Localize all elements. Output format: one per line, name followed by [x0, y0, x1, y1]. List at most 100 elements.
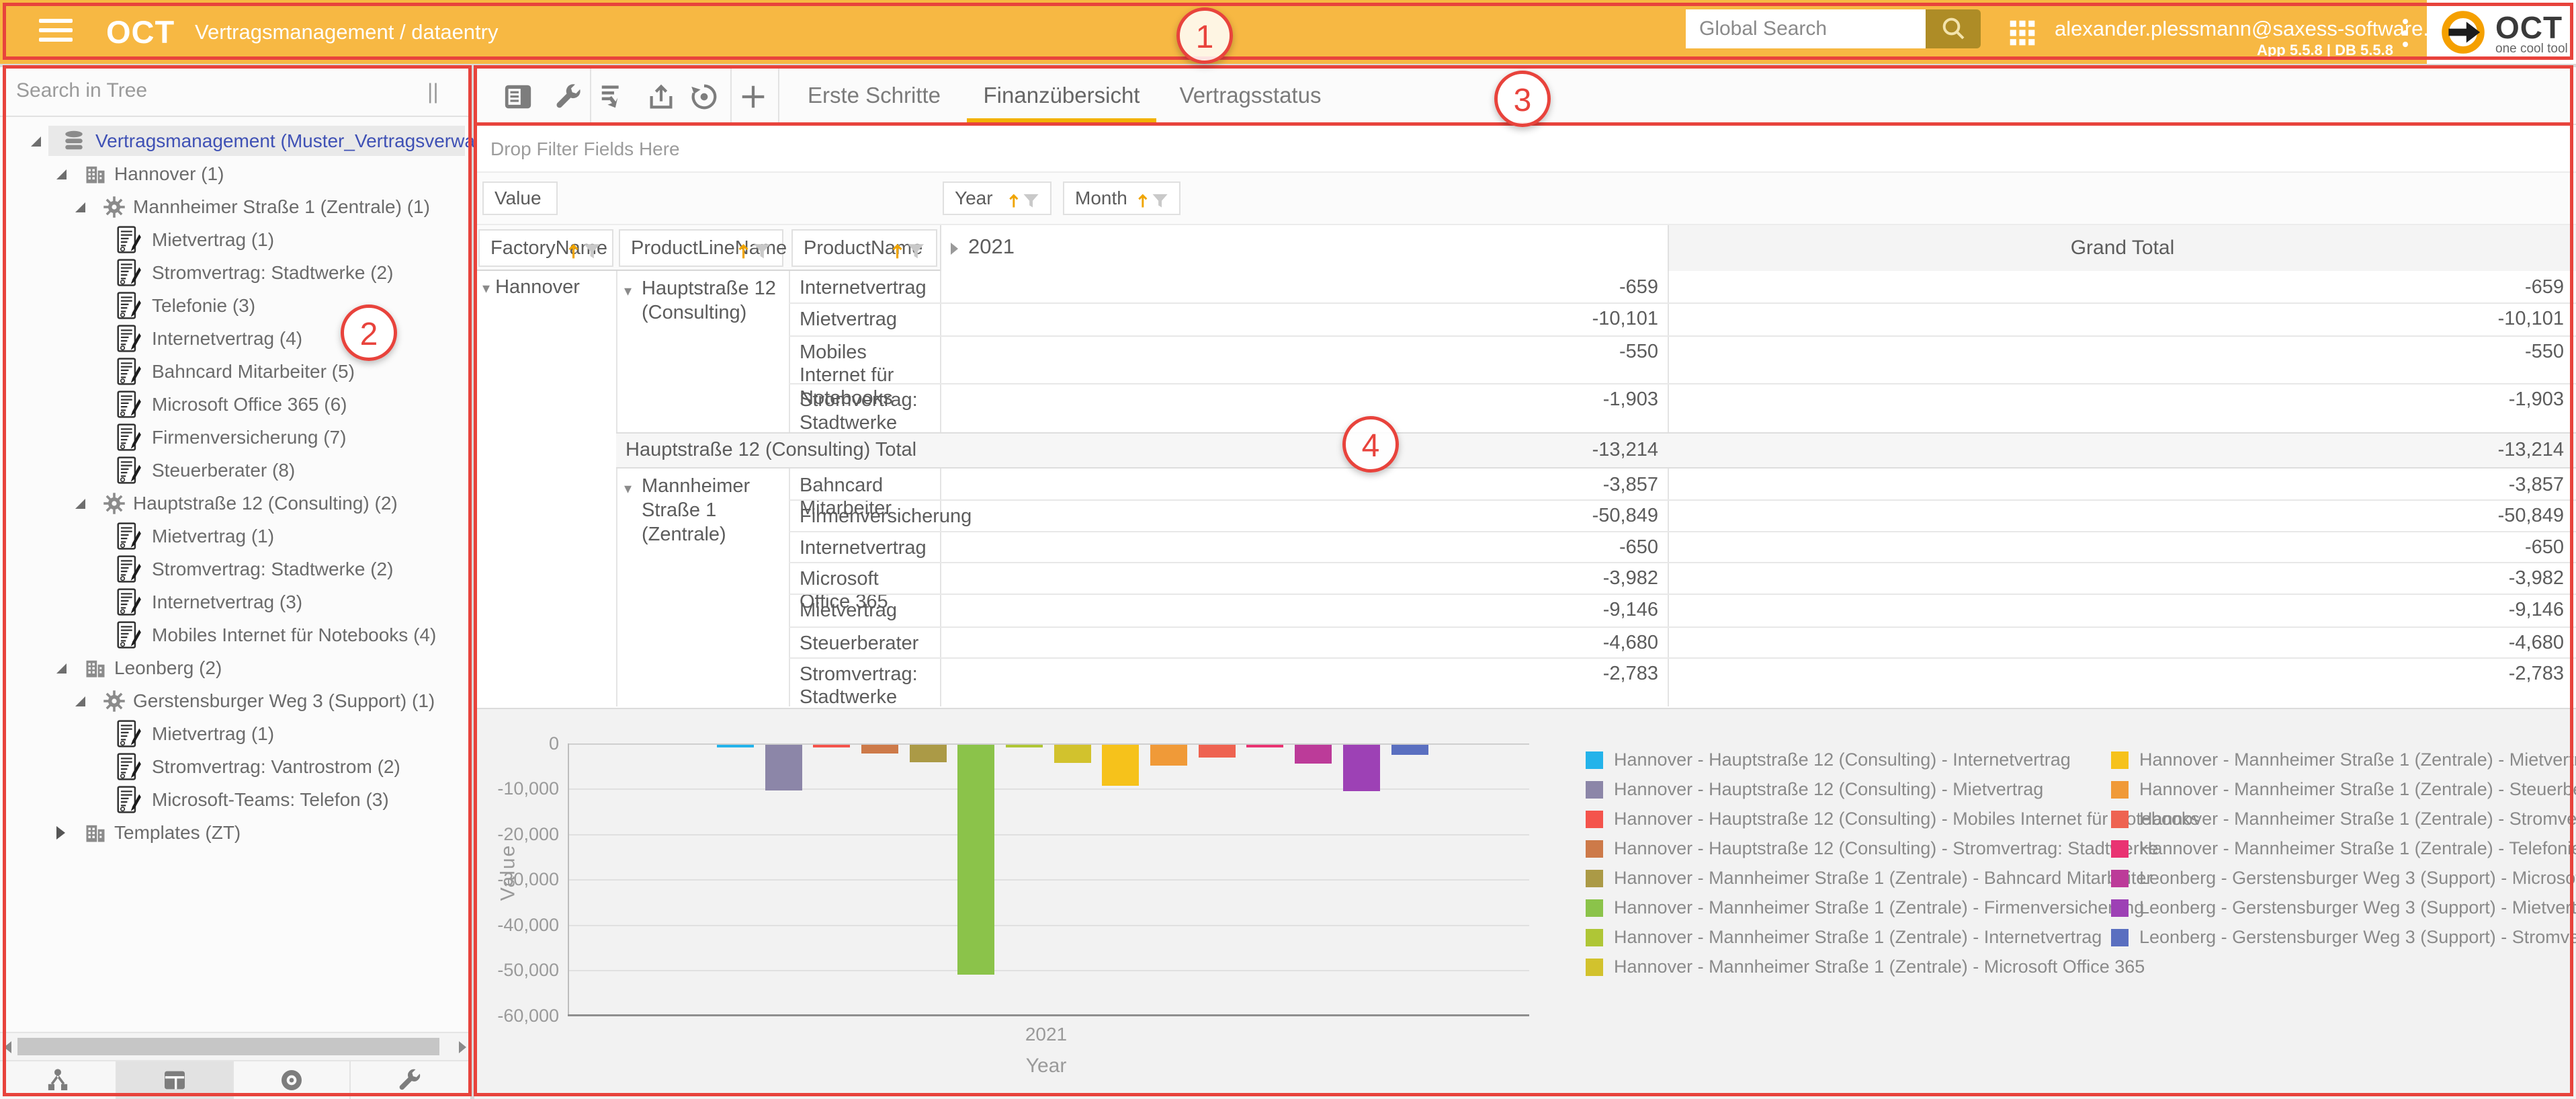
splitter-handle-icon[interactable]: || [427, 79, 439, 104]
contract-icon [116, 588, 142, 616]
tree-item[interactable]: Mietvertrag (1) [0, 520, 470, 553]
tree-item[interactable]: Hannover (1) [0, 157, 470, 190]
tree-item[interactable]: Stromvertrag: Vantrostrom (2) [0, 750, 470, 783]
main-content: Erste Schritte Finanzübersicht Vertragss… [474, 67, 2576, 1099]
expander-icon[interactable] [56, 663, 67, 674]
tree-item[interactable]: Mietvertrag (1) [0, 223, 470, 256]
year-chip[interactable]: Year [943, 181, 1051, 215]
tree-item[interactable]: Stromvertrag: Stadtwerke (2) [0, 256, 470, 289]
table-row-product: Bahncard Mitarbeiter [789, 469, 940, 499]
tree-item[interactable]: Mietvertrag (1) [0, 717, 470, 750]
month-chip[interactable]: Month [1063, 181, 1180, 215]
sidebar-hscrollbar[interactable] [0, 1032, 470, 1061]
value-chip[interactable]: Value [482, 181, 558, 215]
group-total-value: -13,214 [940, 434, 1668, 467]
pivot-chip-band: Value Year Month [474, 173, 2576, 225]
table-row-value: -2,783 [940, 657, 1668, 706]
contract-icon [116, 358, 142, 386]
tree-item[interactable]: Gerstensburger Weg 3 (Support) (1) [0, 684, 470, 717]
tree-item[interactable]: Steuerberater (8) [0, 454, 470, 487]
expander-icon[interactable] [75, 202, 85, 212]
tab-finanzuebersicht[interactable]: Finanzübersicht [972, 67, 1152, 124]
productline-group1-cell[interactable]: ▾Hauptstraße 12 (Consulting) [616, 271, 789, 432]
tree-item[interactable]: Leonberg (2) [0, 651, 470, 684]
hamburger-menu-icon[interactable] [39, 19, 73, 44]
table-row-total: -3,982 [1668, 562, 2573, 594]
expander-icon[interactable] [75, 696, 85, 706]
expander-icon[interactable] [56, 826, 65, 840]
grand-total-header: Grand Total [1668, 225, 2576, 271]
factory-cell[interactable]: ▾ Hannover [476, 271, 616, 706]
bar [717, 745, 754, 747]
apply-rows-icon[interactable] [598, 81, 629, 112]
productline-group2-cell[interactable]: ▾Mannheimer Straße 1 (Zentrale) [616, 469, 789, 706]
tree-item-label: Hauptstraße 12 (Consulting) (2) [133, 487, 398, 520]
legend-swatch [2111, 899, 2129, 917]
contract-icon [116, 555, 142, 583]
table-row-total: -1,903 [1668, 383, 2573, 432]
expand-column-icon[interactable] [951, 243, 958, 255]
tree-search-input[interactable] [0, 67, 417, 114]
contract-icon [116, 423, 142, 452]
tab-layout[interactable] [117, 1061, 234, 1099]
tree-item[interactable]: Microsoft Office 365 (6) [0, 388, 470, 421]
tree-item[interactable]: Bahncard Mitarbeiter (5) [0, 355, 470, 388]
contract-icon [116, 226, 142, 254]
global-search-button[interactable] [1926, 9, 1981, 48]
tree-item[interactable]: Mannheimer Straße 1 (Zentrale) (1) [0, 190, 470, 223]
contract-icon [116, 720, 142, 748]
logo-text: OCT [2495, 9, 2563, 46]
tree-item[interactable]: Mobiles Internet für Notebooks (4) [0, 618, 470, 651]
history-icon[interactable] [689, 81, 720, 112]
scrollbar-thumb[interactable] [17, 1038, 439, 1055]
tree-item-label: Microsoft Office 365 (6) [152, 388, 347, 421]
legend-swatch [1586, 751, 1603, 769]
scroll-right-icon[interactable] [459, 1041, 466, 1053]
global-search-input[interactable] [1686, 9, 1926, 48]
tree-item[interactable]: Internetvertrag (4) [0, 322, 470, 355]
building-icon [83, 656, 108, 680]
expander-icon[interactable] [31, 136, 41, 147]
kebab-menu-icon[interactable] [2400, 17, 2411, 48]
pivot-filter-area[interactable]: Drop Filter Fields Here [474, 125, 2576, 173]
add-icon[interactable] [738, 81, 769, 112]
factoryname-field-chip[interactable]: FactoryName [478, 229, 613, 267]
tree-item[interactable]: Telefonie (3) [0, 289, 470, 322]
gear-icon [102, 195, 126, 219]
tree-item[interactable]: Hauptstraße 12 (Consulting) (2) [0, 487, 470, 520]
tree-item[interactable]: Internetvertrag (3) [0, 585, 470, 618]
column-header-2021[interactable]: 2021 [940, 225, 1668, 271]
bar [1246, 745, 1283, 747]
expander-icon[interactable] [56, 169, 67, 179]
expander-icon[interactable] [75, 499, 85, 509]
bar [1391, 745, 1428, 755]
tab-settings[interactable] [351, 1061, 468, 1099]
tab-preview[interactable] [234, 1061, 351, 1099]
bar [1006, 745, 1043, 747]
tab-vertragsstatus[interactable]: Vertragsstatus [1166, 67, 1334, 124]
upload-icon[interactable] [646, 81, 677, 112]
table-row-total: -550 [1668, 335, 2573, 383]
contract-icon [116, 786, 142, 814]
apps-grid-icon[interactable] [2008, 18, 2037, 48]
tree-item[interactable]: Microsoft-Teams: Telefon (3) [0, 783, 470, 816]
tab-hierarchy[interactable] [0, 1061, 117, 1099]
tree-item[interactable]: Stromvertrag: Stadtwerke (2) [0, 553, 470, 585]
tree-item[interactable]: Templates (ZT) [0, 816, 470, 849]
tab-erste-schritte[interactable]: Erste Schritte [790, 67, 958, 124]
table-row-total: -3,857 [1668, 469, 2573, 499]
tree-item-label: Templates (ZT) [114, 816, 241, 849]
tree-item[interactable]: Firmenversicherung (7) [0, 421, 470, 454]
group-total-grand: -13,214 [1668, 434, 2573, 467]
sort-up-icon [894, 246, 902, 259]
productname-field-chip[interactable]: ProductName [791, 229, 937, 267]
field-list-icon[interactable] [503, 81, 533, 112]
y-tick: -20,000 [474, 825, 559, 844]
building-icon [83, 162, 108, 186]
wrench-icon[interactable] [552, 81, 583, 112]
legend-swatch [1586, 959, 1603, 976]
contract-icon [116, 292, 142, 320]
tree-item[interactable]: Vertragsmanagement (Muster_Vertragsverwa… [0, 124, 470, 157]
scroll-left-icon[interactable] [4, 1041, 11, 1053]
productlinename-field-chip[interactable]: ProductLineName [619, 229, 783, 267]
